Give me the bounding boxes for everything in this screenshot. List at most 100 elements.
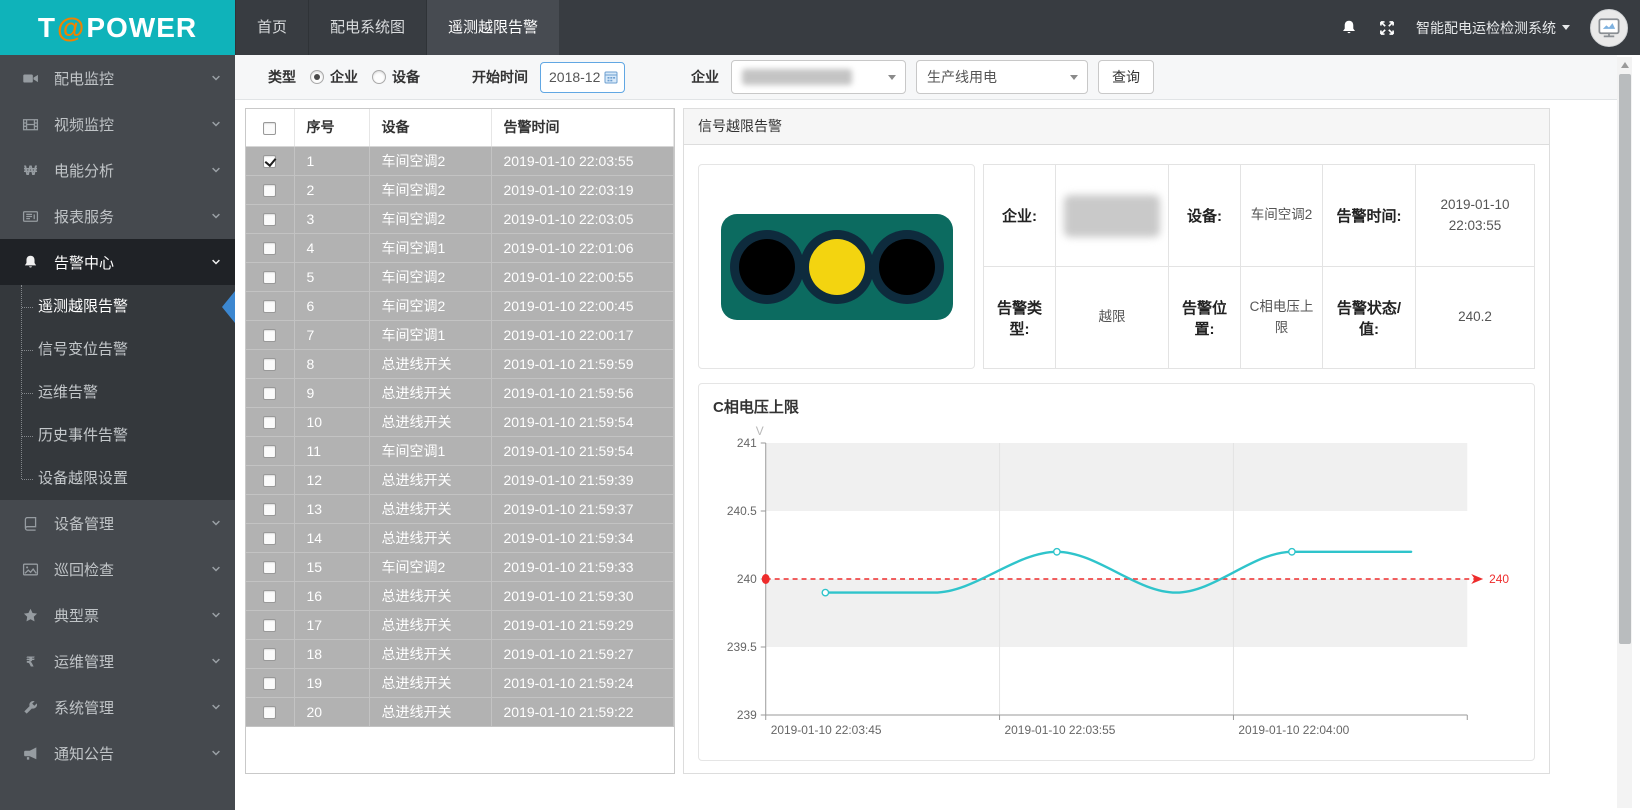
row-device: 总进线开关: [369, 523, 491, 552]
logo-at-mark: @: [56, 12, 86, 44]
table-row[interactable]: 11车间空调12019-01-10 21:59:54: [246, 436, 674, 465]
table-row[interactable]: 12总进线开关2019-01-10 21:59:39: [246, 465, 674, 494]
sidebar-item-ops-management[interactable]: ₹运维管理: [0, 638, 235, 684]
type-radio-0[interactable]: [310, 70, 324, 84]
sidebar-item-typical-ticket[interactable]: 典型票: [0, 592, 235, 638]
table-row[interactable]: 1车间空调22019-01-10 22:03:55: [246, 146, 674, 175]
fullscreen-icon[interactable]: [1378, 19, 1396, 37]
chart-title: C相电压上限: [713, 396, 1522, 417]
table-row[interactable]: 7车间空调12019-01-10 22:00:17: [246, 320, 674, 349]
table-header-row: 序号 设备 告警时间: [246, 109, 674, 146]
table-row[interactable]: 20总进线开关2019-01-10 21:59:22: [246, 697, 674, 726]
sidebar-item-telemetry-overlimit-alarm[interactable]: 遥测越限告警: [0, 285, 235, 328]
line-select[interactable]: 生产线用电: [916, 60, 1088, 94]
table-row[interactable]: 6车间空调22019-01-10 22:00:45: [246, 291, 674, 320]
table-row[interactable]: 8总进线开关2019-01-10 21:59:59: [246, 349, 674, 378]
sidebar: 配电监控视频监控 ₩电能分析报表服务告警中心遥测越限告警信号变位告警运维告警历史事…: [0, 55, 235, 810]
row-checkbox[interactable]: [263, 677, 276, 690]
sidebar-item-energy-analysis[interactable]: ₩电能分析: [0, 147, 235, 193]
sidebar-item-ops-alarm[interactable]: 运维告警: [0, 371, 235, 414]
calendar-icon[interactable]: [603, 69, 619, 85]
row-no: 8: [294, 349, 369, 378]
row-checkbox[interactable]: [263, 271, 276, 284]
start-time-input[interactable]: [549, 69, 603, 85]
sidebar-item-history-event-alarm[interactable]: 历史事件告警: [0, 414, 235, 457]
sidebar-item-patrol-inspection[interactable]: 巡回检查: [0, 546, 235, 592]
newspaper-icon: [22, 208, 39, 225]
row-checkbox[interactable]: [263, 387, 276, 400]
row-checkbox[interactable]: [263, 242, 276, 255]
table-row[interactable]: 9总进线开关2019-01-10 21:59:56: [246, 378, 674, 407]
table-row[interactable]: 19总进线开关2019-01-10 21:59:24: [246, 668, 674, 697]
table-row[interactable]: 13总进线开关2019-01-10 21:59:37: [246, 494, 674, 523]
svg-text:240: 240: [1489, 572, 1509, 586]
scrollbar-thumb[interactable]: [1619, 74, 1631, 644]
sidebar-item-report-service[interactable]: 报表服务: [0, 193, 235, 239]
row-checkbox[interactable]: [263, 561, 276, 574]
row-device: 总进线开关: [369, 407, 491, 436]
system-menu[interactable]: 智能配电运检检测系统: [1416, 18, 1570, 38]
active-indicator: [222, 291, 235, 323]
row-no: 9: [294, 378, 369, 407]
row-checkbox[interactable]: [263, 648, 276, 661]
query-button[interactable]: 查询: [1098, 60, 1154, 94]
table-row[interactable]: 14总进线开关2019-01-10 21:59:34: [246, 523, 674, 552]
bell-icon[interactable]: [1340, 19, 1358, 37]
panel-title: 信号越限告警: [684, 109, 1549, 145]
enterprise-select[interactable]: [731, 60, 906, 94]
sidebar-item-power-monitoring[interactable]: 配电监控: [0, 55, 235, 101]
table-row[interactable]: 5车间空调22019-01-10 22:00:55: [246, 262, 674, 291]
row-checkbox[interactable]: [263, 532, 276, 545]
sidebar-item-device-limit-setting[interactable]: 设备越限设置: [0, 457, 235, 500]
table-row[interactable]: 10总进线开关2019-01-10 21:59:54: [246, 407, 674, 436]
row-checkbox[interactable]: [263, 213, 276, 226]
row-checkbox[interactable]: [263, 358, 276, 371]
row-checkbox[interactable]: [263, 445, 276, 458]
redacted-enterprise-value: [742, 69, 852, 85]
sidebar-item-alarm-center[interactable]: 告警中心: [0, 239, 235, 285]
scrollbar-up-arrow[interactable]: [1617, 57, 1632, 72]
row-checkbox[interactable]: [263, 329, 276, 342]
tab-home[interactable]: 首页: [235, 0, 308, 55]
row-checkbox-cell: [246, 407, 294, 436]
traffic-lamp-2: [879, 239, 935, 295]
type-radio-1[interactable]: [372, 70, 386, 84]
top-header: T@POWER 首页配电系统图遥测越限告警 智能配电运检检测系统: [0, 0, 1640, 55]
tab-telemetry-overlimit-alarm[interactable]: 遥测越限告警: [426, 0, 559, 55]
table-row[interactable]: 18总进线开关2019-01-10 21:59:27: [246, 639, 674, 668]
row-no: 11: [294, 436, 369, 465]
row-checkbox[interactable]: [263, 706, 276, 719]
table-row[interactable]: 16总进线开关2019-01-10 21:59:30: [246, 581, 674, 610]
row-checkbox[interactable]: [263, 503, 276, 516]
table-row[interactable]: 17总进线开关2019-01-10 21:59:29: [246, 610, 674, 639]
sidebar-item-signal-change-alarm[interactable]: 信号变位告警: [0, 328, 235, 371]
sidebar-item-device-management[interactable]: 设备管理: [0, 500, 235, 546]
table-row[interactable]: 2车间空调22019-01-10 22:03:19: [246, 175, 674, 204]
row-checkbox[interactable]: [263, 416, 276, 429]
row-device: 总进线开关: [369, 639, 491, 668]
row-checkbox[interactable]: [263, 155, 276, 168]
row-no: 14: [294, 523, 369, 552]
row-no: 20: [294, 697, 369, 726]
select-all-checkbox[interactable]: [263, 122, 276, 135]
row-checkbox[interactable]: [263, 590, 276, 603]
row-time: 2019-01-10 22:00:55: [491, 262, 674, 291]
sidebar-item-system-management[interactable]: 系统管理: [0, 684, 235, 730]
table-row[interactable]: 3车间空调22019-01-10 22:03:05: [246, 204, 674, 233]
sidebar-item-label: 视频监控: [54, 114, 114, 135]
traffic-light-card: [698, 164, 975, 369]
table-row[interactable]: 15车间空调22019-01-10 21:59:33: [246, 552, 674, 581]
row-checkbox[interactable]: [263, 300, 276, 313]
sidebar-subitem-label: 历史事件告警: [38, 427, 128, 444]
vertical-scrollbar[interactable]: [1617, 57, 1632, 808]
row-checkbox[interactable]: [263, 474, 276, 487]
avatar[interactable]: [1590, 9, 1628, 47]
table-row[interactable]: 4车间空调12019-01-10 22:01:06: [246, 233, 674, 262]
sidebar-item-notice[interactable]: 通知公告: [0, 730, 235, 776]
topbar-right: 智能配电运检检测系统: [1340, 0, 1628, 55]
sidebar-item-video-monitoring[interactable]: 视频监控: [0, 101, 235, 147]
chevron-down-icon: [210, 701, 222, 713]
row-checkbox[interactable]: [263, 184, 276, 197]
tab-distribution-diagram[interactable]: 配电系统图: [308, 0, 426, 55]
row-checkbox[interactable]: [263, 619, 276, 632]
